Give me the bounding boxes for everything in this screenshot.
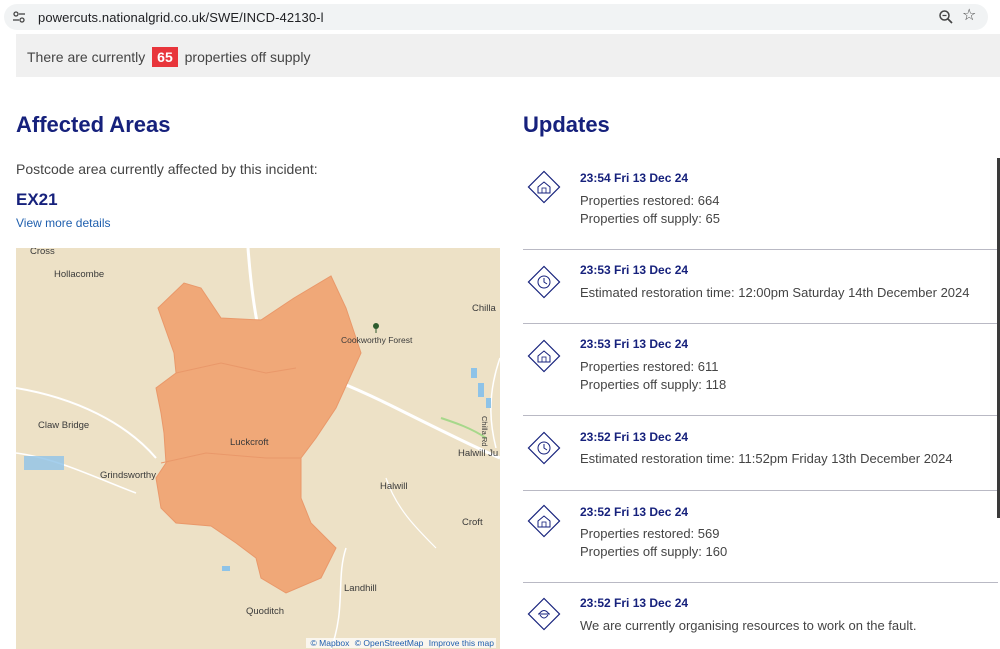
zoom-icon[interactable] [938, 9, 954, 25]
affected-area-map[interactable]: Cross Hollacombe Chilla Cookworthy Fores… [16, 248, 500, 649]
map-label-halwill: Halwill [380, 481, 408, 492]
update-item: 23:53 Fri 13 Dec 24 Estimated restoratio… [523, 250, 998, 324]
update-line: Properties restored: 664 [580, 193, 720, 208]
update-item: 23:52 Fri 13 Dec 24 Properties restored:… [523, 491, 998, 583]
map-water [478, 383, 484, 397]
map-water [222, 566, 230, 571]
update-time: 23:53 Fri 13 Dec 24 [580, 337, 689, 351]
update-line: Properties off supply: 65 [580, 211, 720, 226]
map-road [330, 547, 347, 649]
updates-heading: Updates [523, 112, 610, 137]
map-label-croft: Croft [462, 517, 483, 528]
update-item: 23:54 Fri 13 Dec 24 Properties restored:… [523, 158, 998, 250]
improve-map-link[interactable]: Improve this map [429, 638, 494, 648]
site-settings-icon[interactable] [12, 10, 26, 24]
postcode-value: EX21 [16, 190, 58, 209]
map-label-grindsworthy: Grindsworthy [100, 470, 156, 481]
map-label-chilla: Chilla [472, 303, 496, 314]
map-water [471, 368, 477, 378]
update-time: 23:53 Fri 13 Dec 24 [580, 263, 689, 277]
map-label-quoditch: Quoditch [246, 606, 285, 617]
affected-areas-heading: Affected Areas [16, 112, 171, 137]
view-more-details-link[interactable]: View more details [16, 216, 111, 230]
update-time: 23:52 Fri 13 Dec 24 [580, 596, 689, 610]
banner-text: There are currently 65 properties off su… [27, 47, 310, 67]
affected-region[interactable] [155, 275, 362, 594]
update-line: Estimated restoration time: 11:52pm Frid… [580, 451, 953, 466]
map-canvas [16, 248, 500, 649]
mapbox-attribution-link[interactable]: © Mapbox [311, 638, 350, 648]
address-bar[interactable]: powercuts.nationalgrid.co.uk/SWE/INCD-42… [4, 4, 988, 30]
map-label-landhill: Landhill [344, 583, 377, 594]
update-time: 23:54 Fri 13 Dec 24 [580, 171, 689, 185]
map-label-luckcroft: Luckcroft [230, 437, 269, 448]
supply-banner: There are currently 65 properties off su… [16, 34, 1000, 77]
banner-prefix: There are currently [27, 49, 146, 65]
openstreetmap-attribution-link[interactable]: © OpenStreetMap [355, 638, 424, 648]
postcode-description: Postcode area currently affected by this… [16, 161, 318, 177]
map-water [24, 456, 64, 470]
forest-icon [373, 323, 379, 333]
map-label-cross: Cross [30, 248, 55, 257]
clock-icon [527, 265, 561, 299]
off-supply-count-badge: 65 [152, 47, 178, 67]
update-line: Estimated restoration time: 12:00pm Satu… [580, 285, 970, 300]
update-line: Properties restored: 569 [580, 526, 720, 541]
engineer-icon [527, 597, 561, 631]
map-water [486, 398, 491, 408]
house-icon [527, 170, 561, 204]
update-time: 23:52 Fri 13 Dec 24 [580, 505, 689, 519]
map-label-halwill-junction: Halwill Ju [458, 448, 499, 459]
map-attribution: © Mapbox © OpenStreetMap Improve this ma… [305, 638, 496, 648]
update-line: Properties off supply: 118 [580, 377, 727, 392]
update-line: Properties off supply: 160 [580, 544, 728, 559]
banner-suffix: properties off supply [184, 49, 311, 65]
map-label-claw-bridge: Claw Bridge [38, 420, 90, 431]
house-icon [527, 504, 561, 538]
update-line: Properties restored: 611 [580, 359, 719, 374]
house-icon [527, 339, 561, 373]
update-item: 23:53 Fri 13 Dec 24 Properties restored:… [523, 324, 998, 416]
map-label-hollacombe: Hollacombe [54, 269, 105, 280]
update-item: 23:52 Fri 13 Dec 24 We are currently org… [523, 583, 998, 649]
update-item: 23:52 Fri 13 Dec 24 Estimated restoratio… [523, 416, 998, 491]
star-icon[interactable]: ☆ [962, 8, 978, 24]
update-line: We are currently organising resources to… [580, 618, 917, 633]
map-road [490, 357, 500, 449]
browser-toolbar: powercuts.nationalgrid.co.uk/SWE/INCD-42… [0, 0, 1000, 34]
url-text[interactable]: powercuts.nationalgrid.co.uk/SWE/INCD-42… [38, 10, 324, 25]
map-label-chilla-rd: Chilla Rd [480, 416, 489, 447]
map-label-cookworthy-forest: Cookworthy Forest [341, 335, 413, 345]
clock-icon [527, 431, 561, 465]
update-time: 23:52 Fri 13 Dec 24 [580, 430, 689, 444]
